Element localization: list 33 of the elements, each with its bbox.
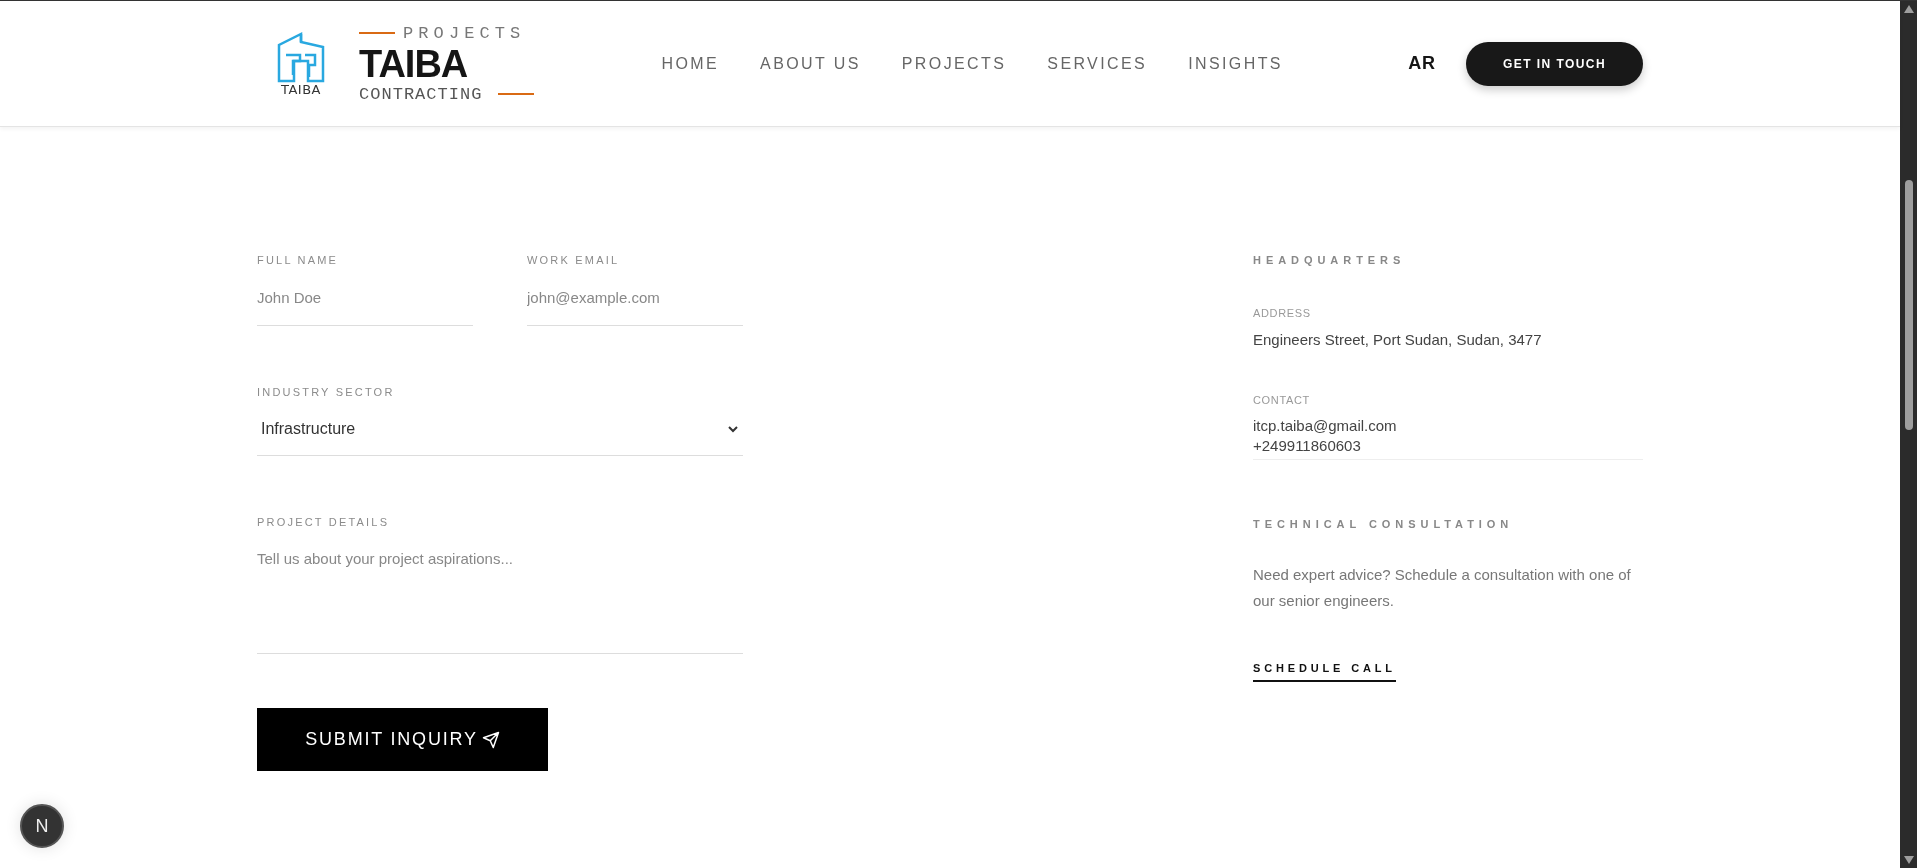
info-text: Engineers Street, Port Sudan, Sudan, 3477	[1253, 330, 1543, 350]
submit-button[interactable]: SUBMIT INQUIRY	[257, 708, 548, 771]
language-link[interactable]: AR	[1408, 50, 1436, 77]
select-field[interactable]: Infrastructure	[257, 404, 743, 456]
field-label: FULL NAME	[257, 253, 340, 268]
scroll-down-icon[interactable]	[1903, 856, 1914, 864]
info-text: +249911860603	[1253, 436, 1362, 457]
scroll-up-icon[interactable]	[1903, 5, 1914, 13]
section-title: TECHNICAL CONSULTATION	[1253, 516, 1515, 532]
nav-link[interactable]: INSIGHTS	[1188, 51, 1283, 76]
nav-link[interactable]: ABOUT US	[760, 51, 861, 76]
scrollbar[interactable]	[1900, 1, 1917, 868]
input-field[interactable]: john@example.com	[527, 272, 743, 326]
info-text: itcp.taiba@gmail.com	[1253, 416, 1398, 436]
field-label: PROJECT DETAILS	[257, 514, 391, 530]
get-in-touch-button[interactable]: GET IN TOUCH	[1466, 41, 1643, 86]
input-field[interactable]: John Doe	[257, 272, 473, 326]
brand-logo[interactable]: PROJECTS TAIBA CONTRACTING	[359, 24, 535, 103]
info-label: ADDRESS	[1253, 305, 1312, 321]
consultation-text: Need expert advice? Schedule a consultation with one of our senior engineers.	[1253, 565, 1632, 612]
field-label: INDUSTRY SECTOR	[257, 385, 396, 400]
section-title: HEADQUARTERS	[1253, 253, 1407, 268]
schedule-call-link[interactable]: SCHEDULE CALL	[1253, 659, 1396, 682]
nav-link[interactable]: PROJECTS	[901, 51, 1007, 76]
field-label: WORK EMAIL	[527, 253, 621, 268]
text-area[interactable]: Tell us about your project aspirations...	[257, 534, 743, 654]
nav-link[interactable]: SERVICES	[1047, 51, 1148, 76]
dev-tools-button[interactable]: N	[20, 804, 64, 848]
info-label: CONTACT	[1253, 392, 1311, 408]
nav-link[interactable]: HOME	[661, 51, 720, 76]
chevron-down-icon	[727, 424, 739, 433]
scroll-thumb[interactable]	[1904, 179, 1913, 430]
send-icon	[481, 730, 500, 749]
